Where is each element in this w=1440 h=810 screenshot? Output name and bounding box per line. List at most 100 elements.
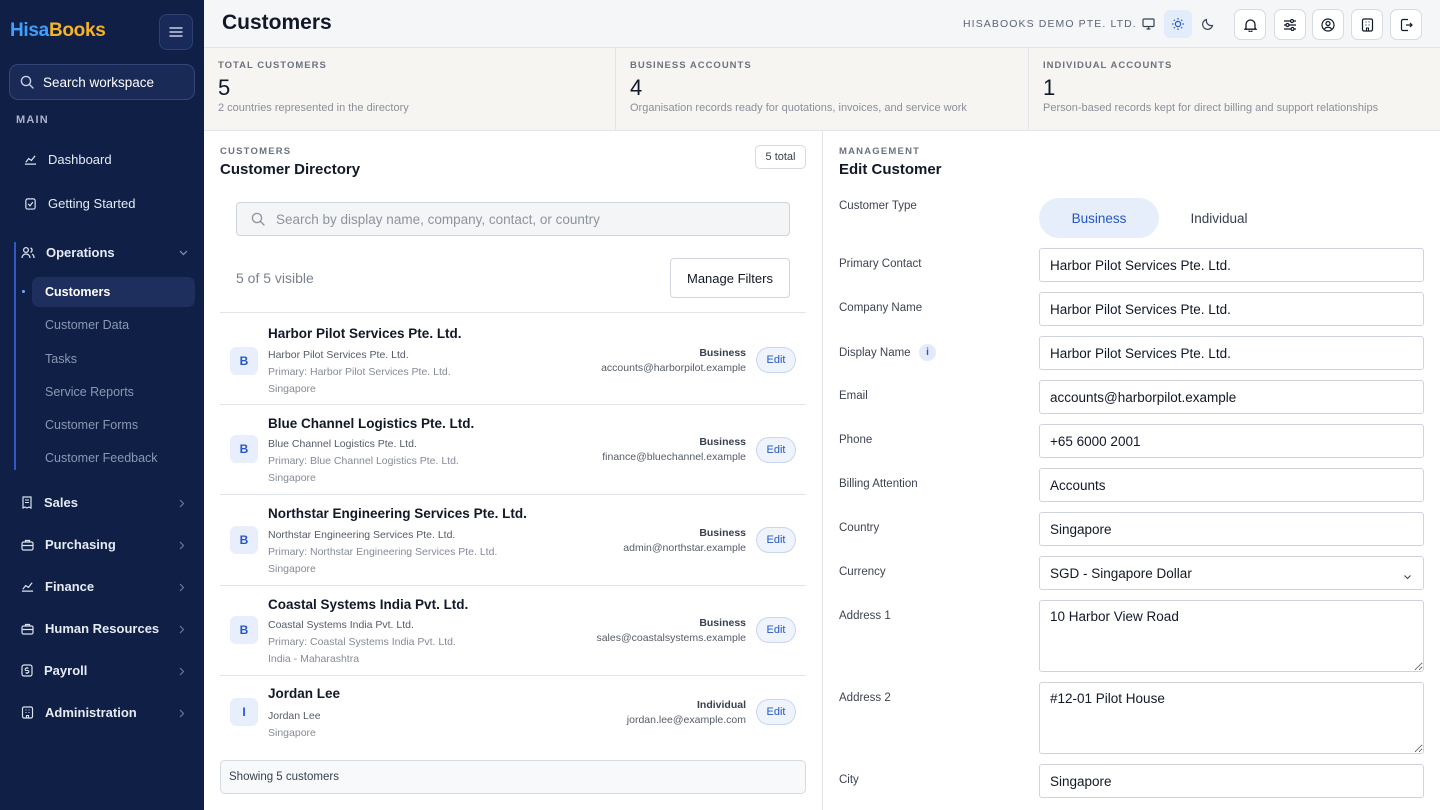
stat-value: 5 (218, 75, 231, 100)
city-input[interactable] (1039, 764, 1424, 798)
company-button[interactable] (1351, 9, 1383, 40)
primary-contact-input[interactable] (1039, 248, 1424, 282)
phone-label: Phone (839, 434, 873, 446)
logout-button[interactable] (1390, 9, 1422, 40)
email-field[interactable] (1039, 380, 1424, 414)
operations-group-indicator (14, 242, 16, 470)
sidebar-toggle-button[interactable] (159, 14, 193, 50)
sidebar-item-label: Getting Started (48, 196, 136, 211)
customer-company: Harbor Pilot Services Pte. Ltd. (268, 349, 409, 361)
customer-company: Coastal Systems India Pvt. Ltd. (268, 619, 414, 631)
notifications-button[interactable] (1234, 9, 1266, 40)
billing-attention-label: Billing Attention (839, 478, 918, 490)
sidebar-subitem-customer-forms[interactable]: Customer Forms (45, 418, 138, 432)
edit-customer-title: Edit Customer (839, 161, 942, 178)
briefcase-icon (21, 623, 34, 635)
sidebar-item-label: Finance (45, 579, 95, 594)
edit-customer-button[interactable]: Edit (756, 617, 796, 643)
list-item[interactable]: B Northstar Engineering Services Pte. Lt… (220, 495, 806, 586)
customer-email: jordan.lee@example.com (626, 714, 746, 726)
customer-list: B Harbor Pilot Services Pte. Ltd. Harbor… (220, 312, 806, 748)
address2-label: Address 2 (839, 692, 891, 704)
customer-primary-contact: Primary: Coastal Systems India Pvt. Ltd. (268, 636, 456, 648)
billing-attention-input[interactable] (1039, 468, 1424, 502)
monitor-icon (1141, 18, 1155, 30)
chart-line-icon (21, 582, 34, 592)
customer-company: Blue Channel Logistics Pte. Ltd. (268, 438, 417, 450)
list-item[interactable]: B Blue Channel Logistics Pte. Ltd. Blue … (220, 405, 806, 495)
dark-theme-button[interactable] (1194, 10, 1222, 38)
customer-type: Individual (696, 699, 746, 711)
list-item[interactable]: B Coastal Systems India Pvt. Ltd. Coasta… (220, 586, 806, 676)
sidebar-subitem-customer-data[interactable]: Customer Data (45, 318, 129, 332)
sidebar-item-dashboard[interactable]: Dashboard (24, 152, 112, 167)
sidebar-subitem-customers[interactable]: Customers (45, 285, 110, 299)
address2-textarea[interactable]: #12-01 Pilot House (1039, 682, 1424, 754)
workspace-search[interactable]: Search workspace (9, 64, 195, 100)
display-name-input[interactable] (1039, 336, 1424, 370)
phone-field[interactable] (1039, 424, 1424, 458)
type-individual-option[interactable]: Individual (1159, 198, 1279, 238)
system-theme-button[interactable] (1134, 10, 1162, 38)
settings-sliders-button[interactable] (1274, 9, 1306, 40)
sidebar-item-getting-started[interactable]: Getting Started (24, 196, 135, 211)
chevron-right-icon (179, 667, 185, 676)
directory-search-input[interactable] (276, 211, 756, 227)
currency-select[interactable]: SGD - Singapore Dollar (1039, 556, 1424, 590)
sidebar-item-label: Purchasing (45, 537, 116, 552)
sidebar-item-label: Administration (45, 705, 137, 720)
list-item[interactable]: B Harbor Pilot Services Pte. Ltd. Harbor… (220, 313, 806, 405)
sidebar: HisaBooks Search workspace MAIN Dashboar… (0, 0, 204, 810)
info-icon[interactable]: i (919, 344, 936, 361)
email-label: Email (839, 390, 868, 402)
chevron-right-icon (179, 499, 185, 508)
app-logo[interactable]: HisaBooks (10, 20, 106, 42)
chevron-down-icon (1404, 575, 1411, 580)
company-name-input[interactable] (1039, 292, 1424, 326)
primary-contact-label: Primary Contact (839, 258, 922, 270)
main-section-label: MAIN (16, 114, 49, 126)
sidebar-subitem-customer-feedback[interactable]: Customer Feedback (45, 451, 158, 465)
sidebar-item-purchasing[interactable]: Purchasing (21, 537, 185, 552)
sidebar-item-sales[interactable]: Sales (21, 495, 185, 510)
directory-search (236, 202, 790, 236)
customer-type-label: Customer Type (839, 200, 917, 212)
customer-name: Blue Channel Logistics Pte. Ltd. (268, 416, 475, 431)
customer-primary-contact: Primary: Harbor Pilot Services Pte. Ltd. (268, 366, 451, 378)
customer-location: Singapore (268, 383, 316, 395)
customer-location: India - Maharashtra (268, 653, 360, 665)
chart-line-icon (24, 155, 37, 165)
directory-footer: Showing 5 customers (220, 760, 806, 794)
stat-label: INDIVIDUAL ACCOUNTS (1043, 60, 1173, 71)
edit-customer-button[interactable]: Edit (756, 347, 796, 373)
list-item[interactable]: I Jordan Lee Jordan Lee Singapore Indivi… (220, 676, 806, 748)
edit-customer-button[interactable]: Edit (756, 527, 796, 553)
sidebar-item-payroll[interactable]: Payroll (21, 663, 185, 678)
customer-company: Northstar Engineering Services Pte. Ltd. (268, 529, 456, 541)
light-theme-button[interactable] (1164, 10, 1192, 38)
sidebar-subitem-tasks[interactable]: Tasks (45, 352, 77, 366)
sidebar-subitem-service-reports[interactable]: Service Reports (45, 385, 134, 399)
edit-customer-button[interactable]: Edit (756, 699, 796, 725)
type-business-option[interactable]: Business (1039, 198, 1159, 238)
search-icon (20, 75, 34, 89)
manage-filters-button[interactable]: Manage Filters (670, 258, 790, 298)
active-item-dot (22, 290, 25, 293)
sidebar-item-operations[interactable]: Operations (21, 245, 188, 260)
address1-textarea[interactable]: 10 Harbor View Road (1039, 600, 1424, 672)
customer-type: Business (699, 527, 746, 539)
customer-location: Singapore (268, 563, 316, 575)
customer-name: Harbor Pilot Services Pte. Ltd. (268, 326, 462, 341)
stat-business-accounts: BUSINESS ACCOUNTS 4 Organisation records… (615, 48, 1028, 130)
customer-location: Singapore (268, 472, 316, 484)
sidebar-item-finance[interactable]: Finance (21, 579, 185, 594)
sidebar-item-administration[interactable]: Administration (21, 705, 185, 720)
country-input[interactable] (1039, 512, 1424, 546)
sliders-icon (1284, 18, 1296, 31)
edit-customer-button[interactable]: Edit (756, 437, 796, 463)
stats-bar: TOTAL CUSTOMERS 5 2 countries represente… (204, 48, 1440, 131)
customer-avatar: B (230, 435, 258, 463)
sidebar-item-human-resources[interactable]: Human Resources (21, 621, 185, 636)
customer-name: Coastal Systems India Pvt. Ltd. (268, 597, 469, 612)
profile-button[interactable] (1312, 9, 1344, 40)
